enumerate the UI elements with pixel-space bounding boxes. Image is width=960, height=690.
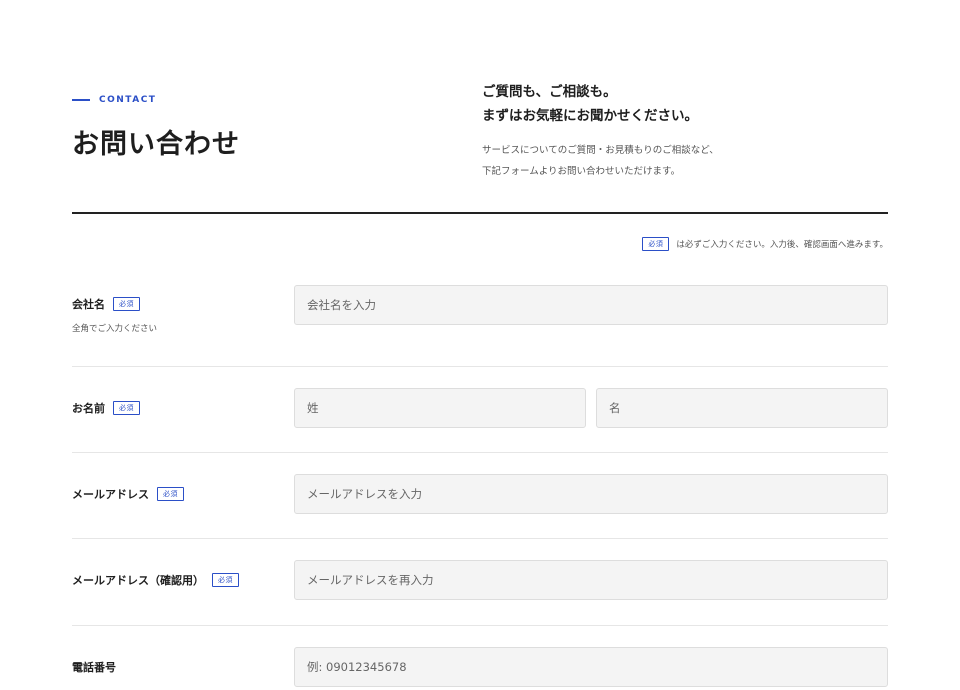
required-badge: 必須	[157, 487, 184, 501]
required-note-text: は必ずご入力ください。入力後、確認画面へ進みます。	[676, 240, 888, 250]
lead-description: サービスについてのご質問・お見積もりのご相談など、 下記フォームよりお問い合わせ…	[482, 140, 902, 182]
row-divider	[72, 625, 888, 626]
email-confirm-input[interactable]	[294, 560, 888, 600]
company-hint: 全角でご入力ください	[72, 324, 158, 334]
form-row-email: メールアドレス 必須	[72, 474, 888, 516]
lead-description-line-2: 下記フォームよりお問い合わせいただけます。	[482, 166, 681, 177]
required-badge: 必須	[113, 401, 140, 415]
row-divider	[72, 366, 888, 367]
name-label-text: お名前	[72, 402, 105, 415]
phone-label-text: 電話番号	[72, 661, 116, 674]
first-name-input[interactable]	[596, 388, 888, 428]
company-input[interactable]	[294, 285, 888, 325]
row-divider	[72, 538, 888, 539]
lead-block: ご質問も、ご相談も。 まずはお気軽にお聞かせください。 サービスについてのご質問…	[482, 80, 902, 182]
row-divider	[72, 452, 888, 453]
eyebrow-text: CONTACT	[99, 95, 157, 105]
required-badge: 必須	[212, 573, 239, 587]
eyebrow-line	[72, 99, 90, 101]
lead-heading-line-1: ご質問も、ご相談も。	[482, 84, 617, 100]
last-name-input[interactable]	[294, 388, 586, 428]
email-confirm-label-text: メールアドレス（確認用）	[72, 574, 204, 587]
phone-label: 電話番号	[72, 659, 116, 675]
required-badge: 必須	[642, 237, 670, 251]
required-badge: 必須	[113, 297, 140, 311]
form-row-phone: 電話番号	[72, 647, 888, 689]
company-label-text: 会社名	[72, 298, 105, 311]
page-title: お問い合わせ	[72, 129, 240, 160]
contact-page: CONTACT お問い合わせ ご質問も、ご相談も。 まずはお気軽にお聞かせくださ…	[0, 0, 960, 690]
name-label: お名前 必須	[72, 400, 140, 416]
form-row-name: お名前 必須	[72, 388, 888, 430]
email-label-text: メールアドレス	[72, 488, 149, 501]
email-label: メールアドレス 必須	[72, 486, 184, 502]
form-row-email-confirm: メールアドレス（確認用） 必須	[72, 560, 888, 602]
section-eyebrow: CONTACT	[72, 95, 156, 105]
email-input[interactable]	[294, 474, 888, 514]
required-note: 必須 は必ずご入力ください。入力後、確認画面へ進みます。	[642, 237, 888, 251]
email-confirm-label: メールアドレス（確認用） 必須	[72, 572, 239, 588]
header-divider	[72, 212, 888, 214]
form-row-company: 会社名 必須 全角でご入力ください	[72, 285, 888, 345]
phone-input[interactable]	[294, 647, 888, 687]
lead-description-line-1: サービスについてのご質問・お見積もりのご相談など、	[482, 145, 719, 156]
company-label: 会社名 必須	[72, 296, 140, 312]
lead-heading-line-2: まずはお気軽にお聞かせください。	[482, 108, 698, 124]
